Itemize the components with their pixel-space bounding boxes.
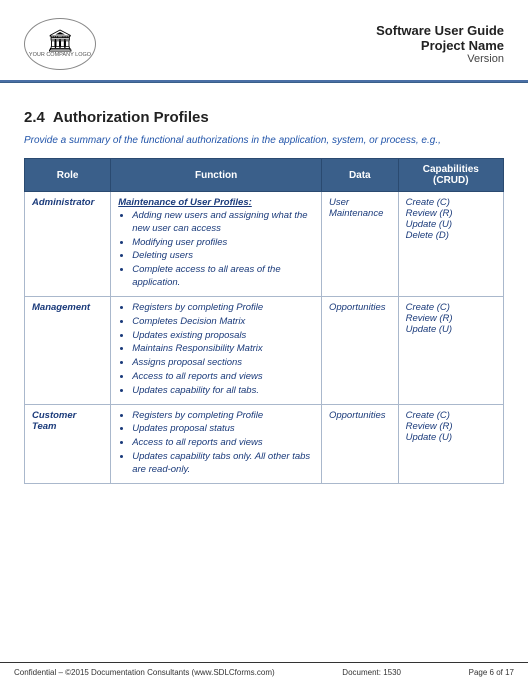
table-row: Customer TeamRegisters by completing Pro…: [25, 404, 504, 483]
page-footer: Confidential – ©2015 Documentation Consu…: [0, 662, 528, 682]
function-list-item: Updates proposal status: [132, 423, 314, 436]
capability-item: Review (R): [406, 208, 496, 219]
footer-document: Document: 1530: [342, 668, 401, 677]
data-cell: Opportunities: [321, 404, 398, 483]
title-line3: Version: [376, 53, 504, 65]
capability-item: Update (U): [406, 219, 496, 230]
function-cell: Registers by completing ProfileCompletes…: [111, 296, 322, 404]
table-row: ManagementRegisters by completing Profil…: [25, 296, 504, 404]
capability-item: Update (U): [406, 324, 496, 335]
logo-building-icon: 🏛: [46, 30, 74, 52]
role-cell: Management: [25, 296, 111, 404]
page-header: 🏛 YOUR COMPANY LOGO Software User Guide …: [0, 0, 528, 82]
title-line1: Software User Guide: [376, 23, 504, 38]
function-list-item: Updates capability for all tabs.: [132, 385, 314, 398]
function-list-item: Assigns proposal sections: [132, 357, 314, 370]
function-list-item: Deleting users: [132, 250, 314, 263]
col-header-role: Role: [25, 159, 111, 192]
table-header-row: Role Function Data Capabilities(CRUD): [25, 159, 504, 192]
function-list-item: Registers by completing Profile: [132, 410, 314, 423]
capability-item: Update (U): [406, 432, 496, 443]
capability-item: Create (C): [406, 197, 496, 208]
footer-confidential: Confidential – ©2015 Documentation Consu…: [14, 668, 275, 677]
capability-item: Create (C): [406, 410, 496, 421]
function-list-item: Modifying user profiles: [132, 237, 314, 250]
function-list-item: Access to all reports and views: [132, 437, 314, 450]
function-cell: Maintenance of User Profiles: Adding new …: [111, 192, 322, 297]
main-content: 2.4 Authorization Profiles Provide a summ…: [0, 93, 528, 494]
company-logo: 🏛 YOUR COMPANY LOGO: [24, 18, 96, 70]
section-heading: 2.4 Authorization Profiles: [24, 109, 504, 126]
capabilities-cell: Create (C)Review (R)Update (U): [398, 404, 503, 483]
role-cell: Customer Team: [25, 404, 111, 483]
role-cell: Administrator: [25, 192, 111, 297]
capability-item: Create (C): [406, 302, 496, 313]
capability-item: Review (R): [406, 421, 496, 432]
function-list-item: Updates existing proposals: [132, 330, 314, 343]
function-list-item: Adding new users and assigning what the …: [132, 210, 314, 236]
function-cell: Registers by completing ProfileUpdates p…: [111, 404, 322, 483]
data-cell: User Maintenance: [321, 192, 398, 297]
capability-item: Review (R): [406, 313, 496, 324]
title-line2: Project Name: [376, 38, 504, 53]
section-number: 2.4: [24, 109, 45, 126]
capabilities-cell: Create (C)Review (R)Update (U)Delete (D): [398, 192, 503, 297]
function-list-item: Completes Decision Matrix: [132, 316, 314, 329]
logo-label: YOUR COMPANY LOGO: [29, 52, 91, 59]
section-description: Provide a summary of the functional auth…: [24, 134, 504, 148]
data-cell: Opportunities: [321, 296, 398, 404]
capabilities-cell: Create (C)Review (R)Update (U): [398, 296, 503, 404]
function-list-item: Access to all reports and views: [132, 371, 314, 384]
header-divider: [0, 82, 528, 83]
section-title: Authorization Profiles: [53, 109, 209, 126]
document-title: Software User Guide Project Name Version: [376, 23, 504, 65]
col-header-function: Function: [111, 159, 322, 192]
function-list-item: Updates capability tabs only. All other …: [132, 451, 314, 477]
function-header: Maintenance of User Profiles:: [118, 197, 314, 208]
col-header-data: Data: [321, 159, 398, 192]
function-list: Adding new users and assigning what the …: [118, 210, 314, 290]
authorization-table: Role Function Data Capabilities(CRUD) Ad…: [24, 158, 504, 484]
page: 🏛 YOUR COMPANY LOGO Software User Guide …: [0, 0, 528, 682]
table-row: AdministratorMaintenance of User Profile…: [25, 192, 504, 297]
footer-page: Page 6 of 17: [469, 668, 514, 677]
function-list-item: Complete access to all areas of the appl…: [132, 264, 314, 290]
capability-item: Delete (D): [406, 230, 496, 241]
col-header-capabilities: Capabilities(CRUD): [398, 159, 503, 192]
function-list: Registers by completing ProfileCompletes…: [118, 302, 314, 398]
function-list-item: Maintains Responsibility Matrix: [132, 343, 314, 356]
function-list: Registers by completing ProfileUpdates p…: [118, 410, 314, 477]
function-list-item: Registers by completing Profile: [132, 302, 314, 315]
